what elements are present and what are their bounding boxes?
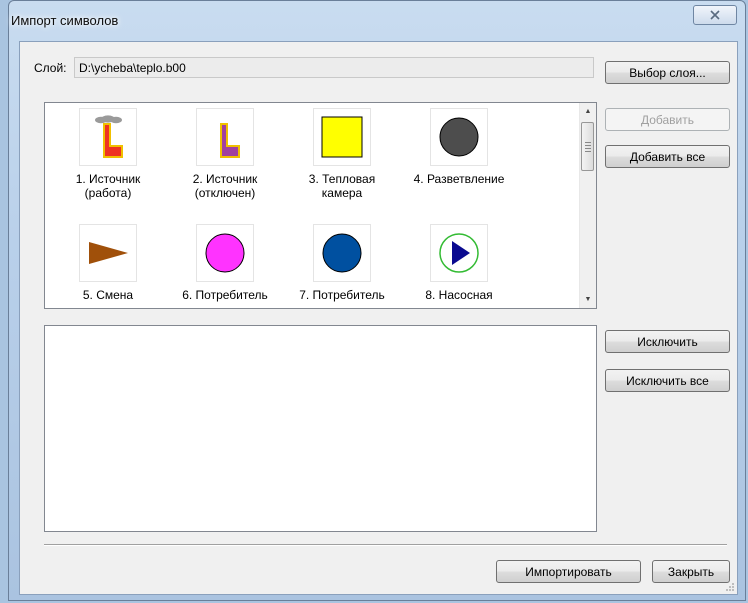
title-bar[interactable]: Импорт символов [9,1,745,39]
symbol-item[interactable]: 2. Источник (отключен) [169,108,281,200]
symbol-label-line1: 2. Источник [192,172,258,186]
magenta-circle-icon [205,233,245,273]
add-button[interactable]: Добавить [605,108,730,131]
import-button[interactable]: Импортировать [496,560,641,583]
yellow-square-icon [321,116,363,158]
symbol-label-line1: 5. Смена [82,288,134,302]
symbol-grid: 1. Источник (работа) 2. Источник (отключ… [45,103,575,308]
resize-grip-icon[interactable] [725,582,735,592]
symbol-item[interactable]: 1. Источник (работа) [52,108,164,200]
selected-symbols-list[interactable] [44,325,597,532]
window-title: Импорт символов [11,13,119,28]
source-disabled-icon [220,123,240,158]
pump-icon [439,233,479,273]
symbol-label-line2: камера [321,186,363,200]
separator [44,544,727,546]
symbol-label-line1: 4. Разветвление [413,172,505,186]
exclude-all-button[interactable]: Исключить все [605,369,730,392]
symbol-label-line1: 1. Источник [75,172,141,186]
add-all-button[interactable]: Добавить все [605,145,730,168]
symbol-label-line2: (отключен) [194,186,256,200]
symbol-item[interactable]: 5. Смена [52,224,164,302]
scroll-down-icon[interactable]: ▼ [580,291,596,308]
import-symbols-dialog: Импорт символов Слой: D:\ycheba\teplo.b0… [8,0,746,601]
layer-label: Слой: [34,61,67,75]
dialog-body: Слой: D:\ycheba\teplo.b00 Выбор слоя... [19,41,738,595]
symbol-label-line1: 6. Потребитель [182,288,268,302]
blue-circle-icon [322,233,362,273]
symbol-item[interactable]: 6. Потребитель [169,224,281,302]
symbol-item[interactable]: 4. Разветвление [403,108,515,186]
symbols-scrollbar[interactable]: ▲ ▼ [579,103,596,308]
available-symbols-list[interactable]: 1. Источник (работа) 2. Источник (отключ… [44,102,597,309]
close-button[interactable]: Закрыть [652,560,730,583]
symbol-label-line1: 7. Потребитель [299,288,385,302]
select-layer-button[interactable]: Выбор слоя... [605,61,730,84]
exclude-button[interactable]: Исключить [605,330,730,353]
symbol-label-line1: 8. Насосная [425,288,493,302]
close-window-button[interactable] [693,5,737,25]
scroll-thumb[interactable] [581,122,594,171]
source-working-icon [95,115,123,158]
gray-circle-icon [439,117,479,157]
symbol-label-line1: 3. Тепловая [308,172,376,186]
scroll-up-icon[interactable]: ▲ [580,103,596,120]
symbol-item[interactable]: 3. Тепловая камера [286,108,398,200]
symbol-label-line2: (работа) [84,186,132,200]
brown-triangle-icon [89,242,128,264]
layer-path-field: D:\ycheba\teplo.b00 [74,57,594,78]
symbol-item[interactable]: 8. Насосная [403,224,515,302]
symbol-item[interactable]: 7. Потребитель [286,224,398,302]
close-icon [710,10,720,20]
